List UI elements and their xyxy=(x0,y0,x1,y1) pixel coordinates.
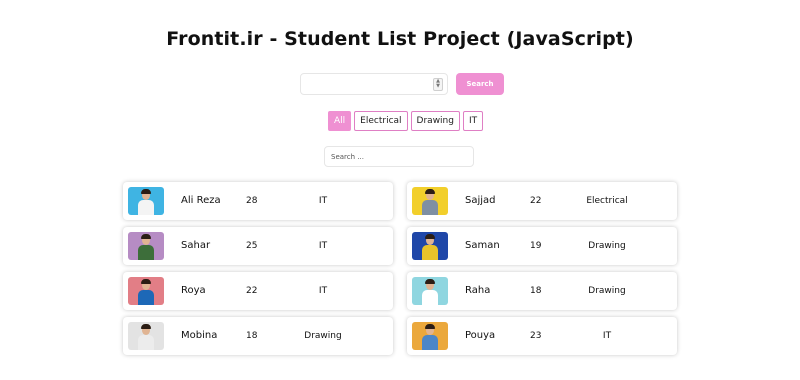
student-age: 28 xyxy=(246,196,258,206)
student-age: 25 xyxy=(246,241,258,251)
student-name: Saman xyxy=(465,240,500,251)
spinner-arrows-icon[interactable]: ▲ ▼ xyxy=(433,78,443,91)
student-field: Drawing xyxy=(304,331,342,341)
student-photo xyxy=(128,232,164,260)
student-photo xyxy=(412,322,448,350)
student-card: Sajjad 22 Electrical xyxy=(407,182,677,220)
number-search-input[interactable]: ▲ ▼ xyxy=(300,73,448,95)
student-card: Raha 18 Drawing xyxy=(407,272,677,310)
student-field: IT xyxy=(602,331,612,341)
student-name: Mobina xyxy=(181,330,218,341)
student-age: 19 xyxy=(530,241,542,251)
student-photo xyxy=(128,187,164,215)
student-name: Ali Reza xyxy=(181,195,221,206)
student-field: Drawing xyxy=(588,286,626,296)
filter-all-button[interactable]: All xyxy=(328,111,352,131)
student-card: Saman 19 Drawing xyxy=(407,227,677,265)
student-name: Roya xyxy=(181,285,206,296)
student-list: Ali Reza 28 IT Sajjad 22 Electrical Saha… xyxy=(123,182,677,355)
student-age: 22 xyxy=(530,196,542,206)
student-name: Pouya xyxy=(465,330,496,341)
student-card: Ali Reza 28 IT xyxy=(123,182,393,220)
student-field: Drawing xyxy=(588,241,626,251)
page-title: Frontit.ir - Student List Project (JavaS… xyxy=(166,28,634,50)
student-name: Raha xyxy=(465,285,491,296)
search-button[interactable]: Search xyxy=(456,73,504,95)
filter-drawing-button[interactable]: Drawing xyxy=(410,111,460,131)
student-photo xyxy=(128,277,164,305)
filter-buttons: All Electrical Drawing IT xyxy=(328,111,484,131)
student-card: Pouya 23 IT xyxy=(407,317,677,355)
student-field: IT xyxy=(318,286,328,296)
name-search-input[interactable]: Search ... xyxy=(324,146,474,167)
filter-electrical-button[interactable]: Electrical xyxy=(354,111,408,131)
student-card: Mobina 18 Drawing xyxy=(123,317,393,355)
student-name: Sajjad xyxy=(465,195,496,206)
student-age: 22 xyxy=(246,286,258,296)
student-card: Roya 22 IT xyxy=(123,272,393,310)
student-photo xyxy=(412,232,448,260)
student-photo xyxy=(412,277,448,305)
student-age: 18 xyxy=(530,286,542,296)
student-field: Electrical xyxy=(586,196,628,206)
student-age: 18 xyxy=(246,331,258,341)
student-photo xyxy=(128,322,164,350)
student-card: Sahar 25 IT xyxy=(123,227,393,265)
student-field: IT xyxy=(318,196,328,206)
number-search-row: ▲ ▼ Search xyxy=(300,73,504,95)
student-photo xyxy=(412,187,448,215)
student-field: IT xyxy=(318,241,328,251)
student-name: Sahar xyxy=(181,240,211,251)
student-age: 23 xyxy=(530,331,542,341)
filter-it-button[interactable]: IT xyxy=(462,111,484,131)
